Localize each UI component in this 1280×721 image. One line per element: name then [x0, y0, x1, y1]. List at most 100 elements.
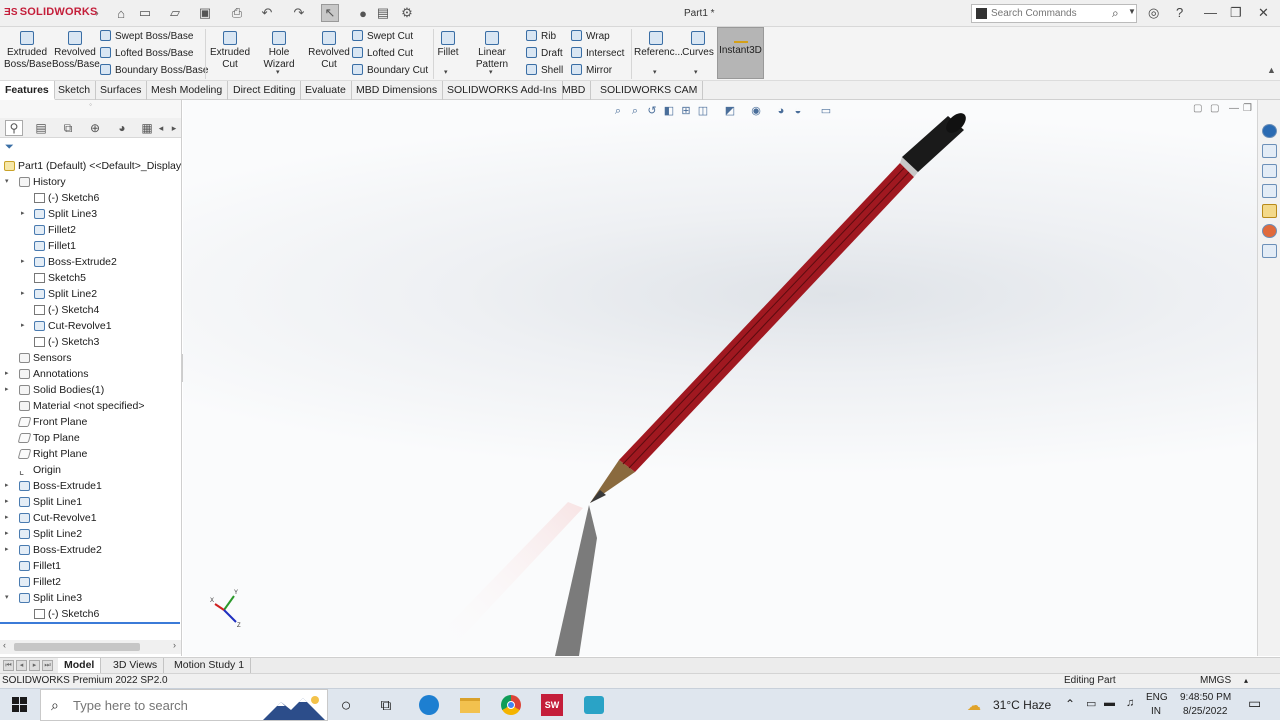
- save-icon[interactable]: ▣: [196, 4, 214, 22]
- intersect-button[interactable]: Intersect: [571, 47, 624, 59]
- dimxpert-manager-icon[interactable]: ⊕: [86, 120, 104, 136]
- rebuild-icon[interactable]: ▤: [374, 4, 392, 22]
- appearances-icon[interactable]: [1262, 224, 1277, 238]
- input-region[interactable]: IN: [1151, 706, 1161, 717]
- notifications-icon[interactable]: ▭: [1248, 695, 1261, 712]
- clock-date[interactable]: 8/25/2022: [1183, 706, 1228, 717]
- expand-right-icon[interactable]: ▸: [21, 318, 31, 334]
- wrap-button[interactable]: Wrap: [571, 30, 610, 42]
- expand-right-icon[interactable]: ▸: [5, 526, 15, 542]
- reference-dropdown-icon[interactable]: ▾: [653, 68, 657, 76]
- swept-cut-button[interactable]: Swept Cut: [352, 30, 413, 42]
- tab-motion-study[interactable]: Motion Study 1: [168, 658, 252, 674]
- search-commands-box[interactable]: ⌕ ▼: [971, 4, 1137, 23]
- expand-down-icon[interactable]: ▾: [5, 590, 15, 606]
- search-icon[interactable]: ⌕: [1112, 6, 1119, 21]
- revolved-boss-base-button[interactable]: Revolved Boss/Base: [52, 31, 100, 71]
- traffic-light-icon[interactable]: ●: [354, 4, 372, 22]
- expand-right-icon[interactable]: ▸: [5, 366, 15, 382]
- solidworks-logo[interactable]: ƎS SOLIDWORKS: [4, 6, 98, 18]
- swept-boss-base-button[interactable]: Swept Boss/Base: [100, 30, 193, 42]
- reference-geometry-button[interactable]: Referenc...: [634, 31, 683, 59]
- search-commands-input[interactable]: [991, 6, 1111, 21]
- rib-button[interactable]: Rib: [526, 30, 556, 42]
- expand-right-icon[interactable]: ▸: [5, 382, 15, 398]
- expand-right-icon[interactable]: ▸: [5, 494, 15, 510]
- taskbar-search-input[interactable]: [73, 698, 293, 713]
- design-library-home-icon[interactable]: [1262, 144, 1277, 158]
- minimize-icon[interactable]: —: [1204, 5, 1217, 20]
- screen-recorder-icon[interactable]: [582, 693, 606, 717]
- weather-icon[interactable]: ☁: [967, 697, 981, 714]
- design-library-icon[interactable]: [1262, 164, 1277, 178]
- meet-now-icon[interactable]: ▭: [1086, 697, 1096, 710]
- mirror-button[interactable]: Mirror: [571, 64, 612, 76]
- user-account-icon[interactable]: ◎: [1148, 5, 1159, 21]
- print-icon[interactable]: ⎙: [228, 4, 246, 22]
- file-explorer-icon[interactable]: [1262, 184, 1277, 198]
- view-palette-icon[interactable]: [1262, 204, 1277, 218]
- scroll-left-icon[interactable]: ‹: [3, 640, 6, 650]
- task-view-icon[interactable]: ⧉: [374, 693, 398, 717]
- filter-icon[interactable]: ⏷: [5, 141, 14, 154]
- boundary-boss-base-button[interactable]: Boundary Boss/Base: [100, 64, 208, 76]
- graphics-area[interactable]: ⌕ ⌕ ↺ ◧ ⊞ ◫ ◩ ◉ ◕ ◒ ▭ ▢ ▢ — ❐ Y X Z: [183, 100, 1257, 656]
- prev-tab-icon[interactable]: ◂: [16, 660, 27, 671]
- input-language[interactable]: ENG: [1146, 692, 1168, 703]
- fillet-button[interactable]: Fillet: [436, 31, 460, 59]
- shell-button[interactable]: Shell: [526, 64, 563, 76]
- tab-mesh-modeling[interactable]: Mesh Modeling: [146, 81, 229, 100]
- curves-dropdown-icon[interactable]: ▾: [694, 68, 698, 76]
- hole-wizard-dropdown-icon[interactable]: ▾: [276, 68, 280, 76]
- expand-right-icon[interactable]: ▸: [5, 542, 15, 558]
- lofted-boss-base-button[interactable]: Lofted Boss/Base: [100, 47, 193, 59]
- weather-text[interactable]: 31°C Haze: [993, 698, 1051, 712]
- chevron-right-icon[interactable]: ▸: [165, 120, 183, 136]
- scroll-right-icon[interactable]: ›: [173, 640, 176, 650]
- file-explorer-icon[interactable]: [458, 693, 482, 717]
- hole-wizard-button[interactable]: Hole Wizard: [253, 31, 305, 71]
- custom-properties-icon[interactable]: [1262, 244, 1277, 258]
- show-hidden-icons-icon[interactable]: ⌃: [1065, 697, 1075, 711]
- expand-right-icon[interactable]: ▸: [5, 510, 15, 526]
- draft-button[interactable]: Draft: [526, 47, 563, 59]
- battery-icon[interactable]: ▬: [1104, 697, 1115, 709]
- unit-system[interactable]: MMGS: [1200, 674, 1231, 688]
- units-dropdown-icon[interactable]: ▴: [1244, 674, 1248, 688]
- property-manager-icon[interactable]: ▤: [32, 120, 50, 136]
- chevron-down-icon[interactable]: ▼: [1128, 7, 1136, 16]
- tab-solidworks-cam[interactable]: SOLIDWORKS CAM: [595, 81, 704, 100]
- curves-button[interactable]: Curves: [681, 31, 715, 59]
- tab-features[interactable]: Features: [0, 81, 55, 100]
- clock-time[interactable]: 9:48:50 PM: [1180, 692, 1231, 703]
- expand-right-icon[interactable]: ▸: [5, 478, 15, 494]
- cortana-icon[interactable]: ○: [334, 693, 358, 717]
- new-document-icon[interactable]: ▭: [136, 4, 154, 22]
- scrollbar-thumb[interactable]: [14, 643, 140, 651]
- tab-sketch[interactable]: Sketch: [53, 81, 97, 100]
- revolved-cut-button[interactable]: Revolved Cut: [307, 31, 351, 71]
- boundary-cut-button[interactable]: Boundary Cut: [352, 64, 428, 76]
- collapse-ribbon-icon[interactable]: ▲: [1267, 65, 1276, 75]
- horizontal-scrollbar[interactable]: ‹ ›: [0, 640, 181, 654]
- feature-manager-tree-icon[interactable]: ⚲: [5, 120, 23, 136]
- extruded-boss-base-button[interactable]: Extruded Boss/Base: [4, 31, 52, 71]
- open-folder-icon[interactable]: ▱: [166, 4, 184, 22]
- panel-grip[interactable]: ◦: [0, 100, 181, 118]
- expand-right-icon[interactable]: ▸: [21, 254, 31, 270]
- solidworks-app-icon[interactable]: SW: [540, 693, 564, 717]
- linear-pattern-dropdown-icon[interactable]: ▾: [489, 68, 493, 76]
- first-tab-icon[interactable]: ⏮: [3, 660, 14, 671]
- tab-solidworks-add-ins[interactable]: SOLIDWORKS Add-Ins: [442, 81, 563, 100]
- solidworks-resources-icon[interactable]: [1262, 124, 1277, 138]
- display-manager-icon[interactable]: ◕: [113, 120, 131, 136]
- last-tab-icon[interactable]: ⏭: [42, 660, 53, 671]
- close-icon[interactable]: ✕: [1258, 5, 1269, 21]
- linear-pattern-button[interactable]: Linear Pattern: [462, 31, 522, 71]
- expand-down-icon[interactable]: ▾: [5, 174, 15, 190]
- restore-icon[interactable]: ❐: [1230, 5, 1242, 21]
- fillet-dropdown-icon[interactable]: ▾: [444, 68, 448, 76]
- rollback-bar[interactable]: [0, 622, 180, 624]
- tab-surfaces[interactable]: Surfaces: [95, 81, 148, 100]
- help-icon[interactable]: ?: [1176, 5, 1183, 20]
